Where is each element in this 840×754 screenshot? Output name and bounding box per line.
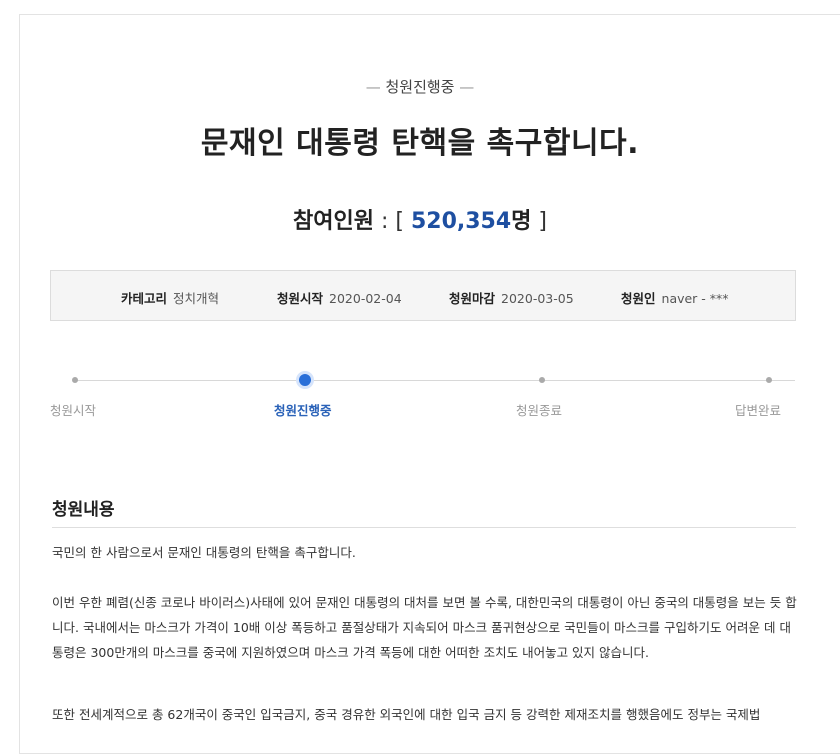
participants-count: 참여인원 : [ 520,354명 ] <box>0 203 840 235</box>
content-paragraph-1: 국민의 한 사람으로서 문재인 대통령의 탄핵을 촉구합니다. <box>52 545 356 560</box>
progress-step-ongoing: 청원진행중 <box>274 403 332 418</box>
petition-title: 문재인 대통령 탄핵을 촉구합니다. <box>200 126 640 161</box>
participants-unit: 명 <box>511 209 532 234</box>
progress-dot-ended <box>539 377 545 383</box>
participants-open-bracket: : [ <box>373 209 411 234</box>
progress-dot-start <box>72 377 78 383</box>
progress-dot-answered <box>766 377 772 383</box>
info-author-value: naver - *** <box>661 291 729 306</box>
progress-line <box>75 380 795 381</box>
status-dash-right: — <box>459 78 475 96</box>
content-divider <box>52 527 796 528</box>
info-author: 청원인 naver - *** <box>621 288 729 307</box>
status-label: 청원진행중 <box>385 78 455 96</box>
participants-label: 참여인원 <box>293 209 374 234</box>
progress-step-start: 청원시작 <box>50 403 97 418</box>
info-category: 카테고리 정치개혁 <box>121 288 219 307</box>
info-end-value: 2020-03-05 <box>501 291 574 306</box>
content-paragraph-3: 또한 전세계적으로 총 62개국이 중국인 입국금지, 중국 경유한 외국인에 … <box>52 707 761 722</box>
petition-status: — 청원진행중 — <box>0 76 840 97</box>
info-end-label: 청원마감 <box>449 291 496 306</box>
info-start-value: 2020-02-04 <box>329 291 402 306</box>
progress-step-ended: 청원종료 <box>516 403 563 418</box>
info-start-label: 청원시작 <box>277 291 324 306</box>
info-author-label: 청원인 <box>621 291 656 306</box>
info-category-label: 카테고리 <box>121 291 168 306</box>
participants-number: 520,354 <box>410 209 512 234</box>
info-end: 청원마감 2020-03-05 <box>449 288 574 307</box>
content-paragraph-2: 이번 우한 폐렴(신종 코로나 바이러스)사태에 있어 문재인 대통령의 대처를… <box>52 595 797 660</box>
info-start: 청원시작 2020-02-04 <box>277 288 402 307</box>
info-category-value: 정치개혁 <box>173 291 220 306</box>
progress-step-answered: 답변완료 <box>735 403 782 418</box>
content-heading: 청원내용 <box>52 500 115 520</box>
petition-info-box: 카테고리 정치개혁 청원시작 2020-02-04 청원마감 2020-03-05 청… <box>50 270 796 321</box>
status-dash-left: — <box>365 78 386 96</box>
progress-dot-ongoing <box>299 374 311 386</box>
participants-close-bracket: ] <box>531 209 547 234</box>
petition-progress: 청원시작 청원진행중 청원종료 답변완료 <box>50 370 800 420</box>
